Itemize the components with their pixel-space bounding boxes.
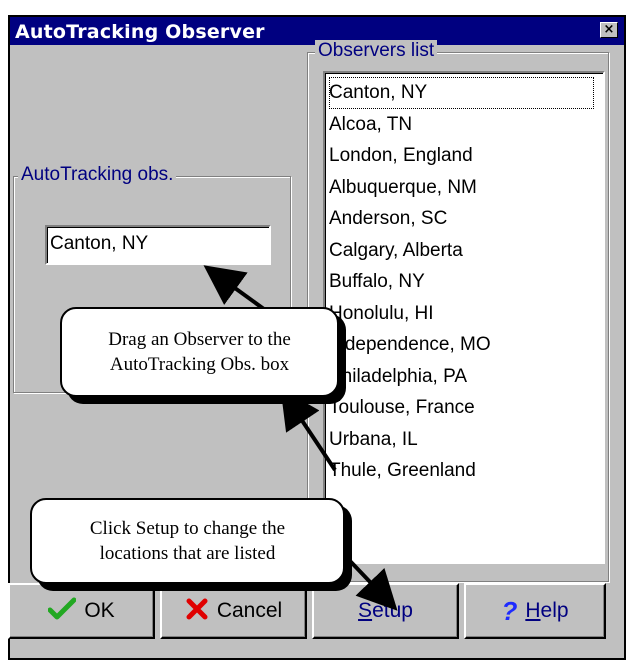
observers-list-label: Observers list (315, 40, 438, 62)
list-item[interactable]: Philadelphia, PA (329, 361, 603, 393)
callout-line: Click Setup to change the (89, 518, 286, 539)
button-bar: OK Cancel Setup ? Help (8, 583, 606, 639)
checkmark-icon (47, 597, 77, 625)
list-item[interactable]: Canton, NY (329, 77, 594, 109)
autotracking-obs-label: AutoTracking obs. (18, 164, 177, 186)
list-item[interactable]: Urbana, IL (329, 424, 603, 456)
setup-callout: Click Setup to change the locations that… (30, 498, 345, 584)
setup-label: Setup (358, 599, 413, 622)
close-button[interactable]: × (600, 22, 618, 38)
drag-callout: Drag an Observer to the AutoTracking Obs… (60, 307, 339, 397)
help-button[interactable]: ? Help (464, 583, 606, 639)
list-item[interactable]: Buffalo, NY (329, 266, 603, 298)
callout-line: Drag an Observer to the (108, 329, 291, 350)
setup-button[interactable]: Setup (312, 583, 459, 639)
observers-listbox[interactable]: Canton, NY Alcoa, TN London, England Alb… (323, 71, 605, 564)
list-item[interactable]: London, England (329, 140, 603, 172)
question-mark-icon: ? (501, 596, 518, 626)
list-item[interactable]: Thule, Greenland (329, 455, 603, 487)
x-icon (185, 597, 209, 625)
list-item[interactable]: Independence, MO (329, 329, 603, 361)
list-item[interactable]: Anderson, SC (329, 203, 603, 235)
window-title: AutoTracking Observer (15, 21, 265, 43)
ok-label: OK (84, 599, 115, 622)
autotracking-obs-field[interactable]: Canton, NY (45, 225, 271, 265)
list-item[interactable]: Calgary, Alberta (329, 235, 603, 267)
cancel-label: Cancel (216, 599, 283, 622)
list-item[interactable]: Albuquerque, NM (329, 172, 603, 204)
help-label: Help (525, 599, 569, 622)
list-item[interactable]: Toulouse, France (329, 392, 603, 424)
list-item[interactable]: Honolulu, HI (329, 298, 603, 330)
cancel-button[interactable]: Cancel (160, 583, 307, 639)
list-item[interactable]: Alcoa, TN (329, 109, 603, 141)
callout-line: AutoTracking Obs. box (109, 354, 290, 375)
callout-line: locations that are listed (99, 543, 276, 564)
ok-button[interactable]: OK (8, 583, 155, 639)
